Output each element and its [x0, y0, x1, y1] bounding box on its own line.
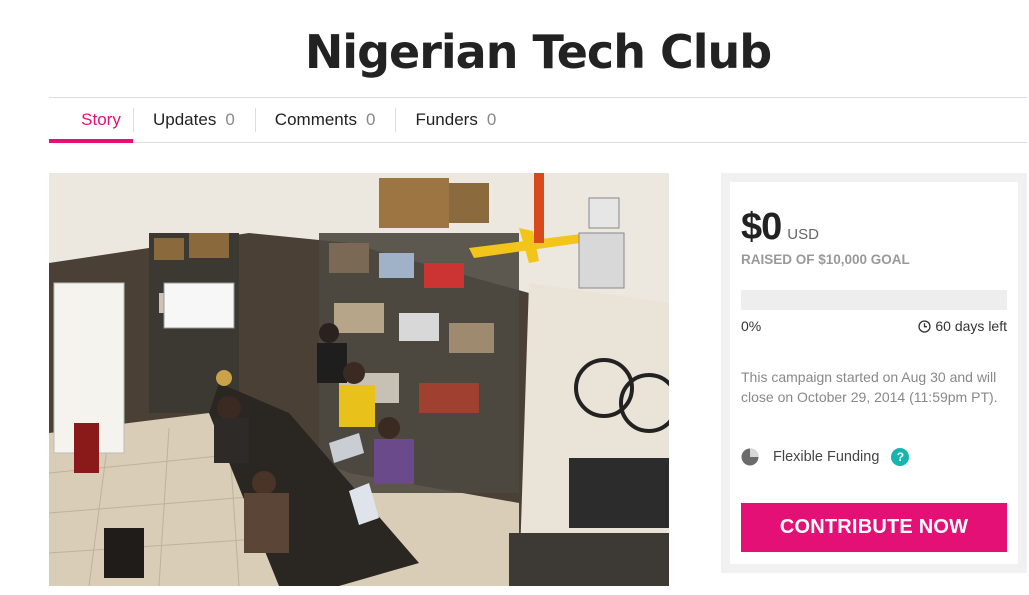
tab-story-label: Story: [81, 110, 121, 129]
funding-type-label: Flexible Funding: [773, 449, 880, 465]
percent-funded: 0%: [741, 318, 762, 334]
tab-updates[interactable]: Updates 0: [133, 98, 255, 142]
amount-currency: USD: [787, 226, 819, 243]
page-title: Nigerian Tech Club: [304, 25, 772, 79]
days-left-label: 60 days left: [935, 318, 1007, 334]
progress-bar: [741, 290, 1007, 310]
help-icon[interactable]: ?: [891, 448, 910, 466]
tab-updates-label: Updates: [153, 110, 217, 129]
funding-card: $0 USD RAISED OF $10,000 GOAL 0% 60 days…: [730, 182, 1018, 564]
tab-updates-count: 0: [225, 110, 235, 129]
campaign-dates: This campaign started on Aug 30 and will…: [741, 369, 998, 405]
days-left: 60 days left: [918, 318, 1007, 334]
goal-text: RAISED OF $10,000 GOAL: [741, 252, 910, 267]
tab-comments-label: Comments: [274, 110, 357, 129]
tab-funders-count: 0: [486, 110, 497, 129]
pie-chart-icon: [741, 448, 759, 466]
clock-icon: [918, 319, 932, 333]
campaign-tabs: Story Updates 0 Comments 0 Funders 0: [49, 97, 1027, 143]
funding-panel: $0 USD RAISED OF $10,000 GOAL 0% 60 days…: [721, 173, 1027, 573]
tab-funders[interactable]: Funders 0: [395, 98, 516, 142]
amount-raised: $0 USD: [741, 206, 819, 249]
funding-type: Flexible Funding ?: [741, 448, 910, 466]
tab-funders-label: Funders: [415, 110, 478, 129]
amount-value: $0: [741, 206, 782, 248]
tab-story[interactable]: Story: [49, 98, 133, 143]
campaign-hero-image: [49, 173, 669, 586]
tab-comments-count: 0: [365, 110, 376, 129]
contribute-button[interactable]: CONTRIBUTE NOW: [741, 503, 1007, 552]
tab-comments[interactable]: Comments 0: [254, 98, 396, 142]
